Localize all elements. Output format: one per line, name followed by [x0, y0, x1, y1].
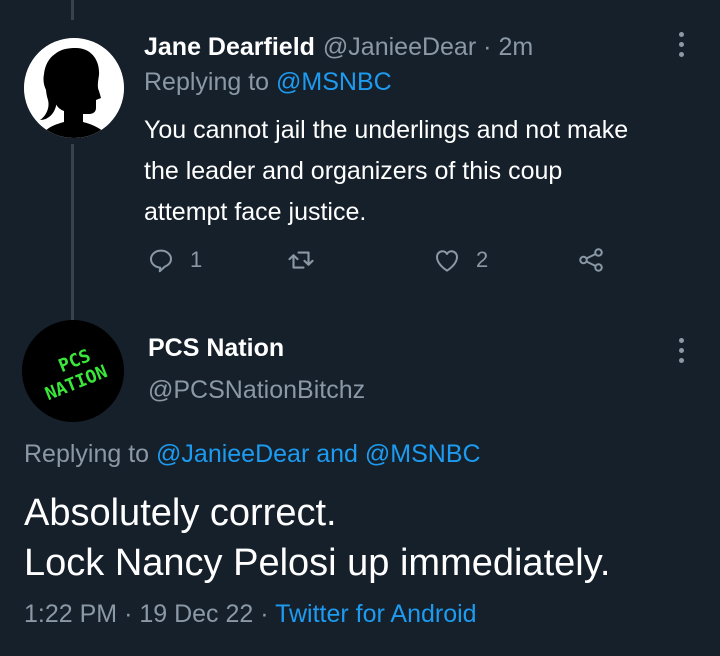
- share-icon: [579, 248, 603, 272]
- reply-button[interactable]: 1: [146, 240, 202, 280]
- reply-count: 1: [190, 247, 203, 272]
- replying-to-label: Replying to: [24, 440, 150, 468]
- author-handle[interactable]: @PCSNationBitchz: [148, 376, 365, 405]
- reply-tweet-text: You cannot jail the underlings and not m…: [144, 110, 704, 233]
- more-options-icon[interactable]: [666, 26, 696, 62]
- retweet-icon: [288, 251, 314, 269]
- author-handle[interactable]: @JanieeDear: [323, 33, 476, 62]
- tweet-metadata: 1:22 PM · 19 Dec 22 · Twitter for Androi…: [24, 600, 477, 629]
- replying-to-line: Replying to @MSNBC: [144, 68, 392, 97]
- separator: ·: [124, 600, 133, 628]
- reply-tweet-header: Jane Dearfield @JanieeDear · 2m: [144, 30, 533, 64]
- mention-link[interactable]: @MSNBC: [365, 440, 481, 468]
- tweet-text-line: Absolutely correct.: [24, 492, 337, 534]
- share-button[interactable]: [576, 240, 606, 280]
- separator: ·: [483, 32, 492, 61]
- like-button[interactable]: 2: [432, 240, 488, 280]
- main-tweet-text: Absolutely correct. Lock Nancy Pelosi up…: [24, 488, 610, 588]
- mention-link[interactable]: @JanieeDear: [156, 440, 309, 468]
- tweet-text-line: You cannot jail the underlings and not m…: [144, 116, 629, 144]
- avatar-jane-dearfield[interactable]: [24, 38, 124, 138]
- speech-bubble-icon: [150, 249, 172, 273]
- thread-connector-line: [71, 0, 74, 20]
- avatar-pcs-nation[interactable]: PCS NATION: [22, 320, 124, 422]
- tweet-date[interactable]: 19 Dec 22: [139, 600, 253, 628]
- mention-link[interactable]: @MSNBC: [276, 68, 392, 96]
- author-name[interactable]: PCS Nation: [148, 334, 284, 363]
- separator: ·: [260, 600, 269, 628]
- tweet-time[interactable]: 1:22 PM: [24, 600, 117, 628]
- pcs-nation-logo: PCS NATION: [22, 320, 124, 422]
- woman-silhouette-icon: [24, 38, 124, 138]
- heart-icon: [436, 250, 458, 272]
- like-count: 2: [476, 247, 489, 272]
- more-options-icon[interactable]: [666, 332, 696, 368]
- thread-connector-line: [71, 144, 74, 324]
- tweet-source-link[interactable]: Twitter for Android: [275, 600, 476, 628]
- mention-conjunction[interactable]: and: [316, 440, 358, 468]
- tweet-text-line: Lock Nancy Pelosi up immediately.: [24, 542, 611, 584]
- tweet-thread-view: Jane Dearfield @JanieeDear · 2m Replying…: [0, 0, 720, 656]
- tweet-time[interactable]: 2m: [499, 33, 534, 62]
- author-name[interactable]: Jane Dearfield: [144, 33, 315, 62]
- replying-to-line: Replying to @JanieeDear and @MSNBC: [24, 440, 481, 469]
- retweet-button[interactable]: [286, 240, 330, 280]
- replying-to-label: Replying to: [144, 68, 270, 96]
- tweet-text-line: attempt face justice.: [144, 198, 367, 226]
- tweet-text-line: the leader and organizers of this coup: [144, 157, 563, 185]
